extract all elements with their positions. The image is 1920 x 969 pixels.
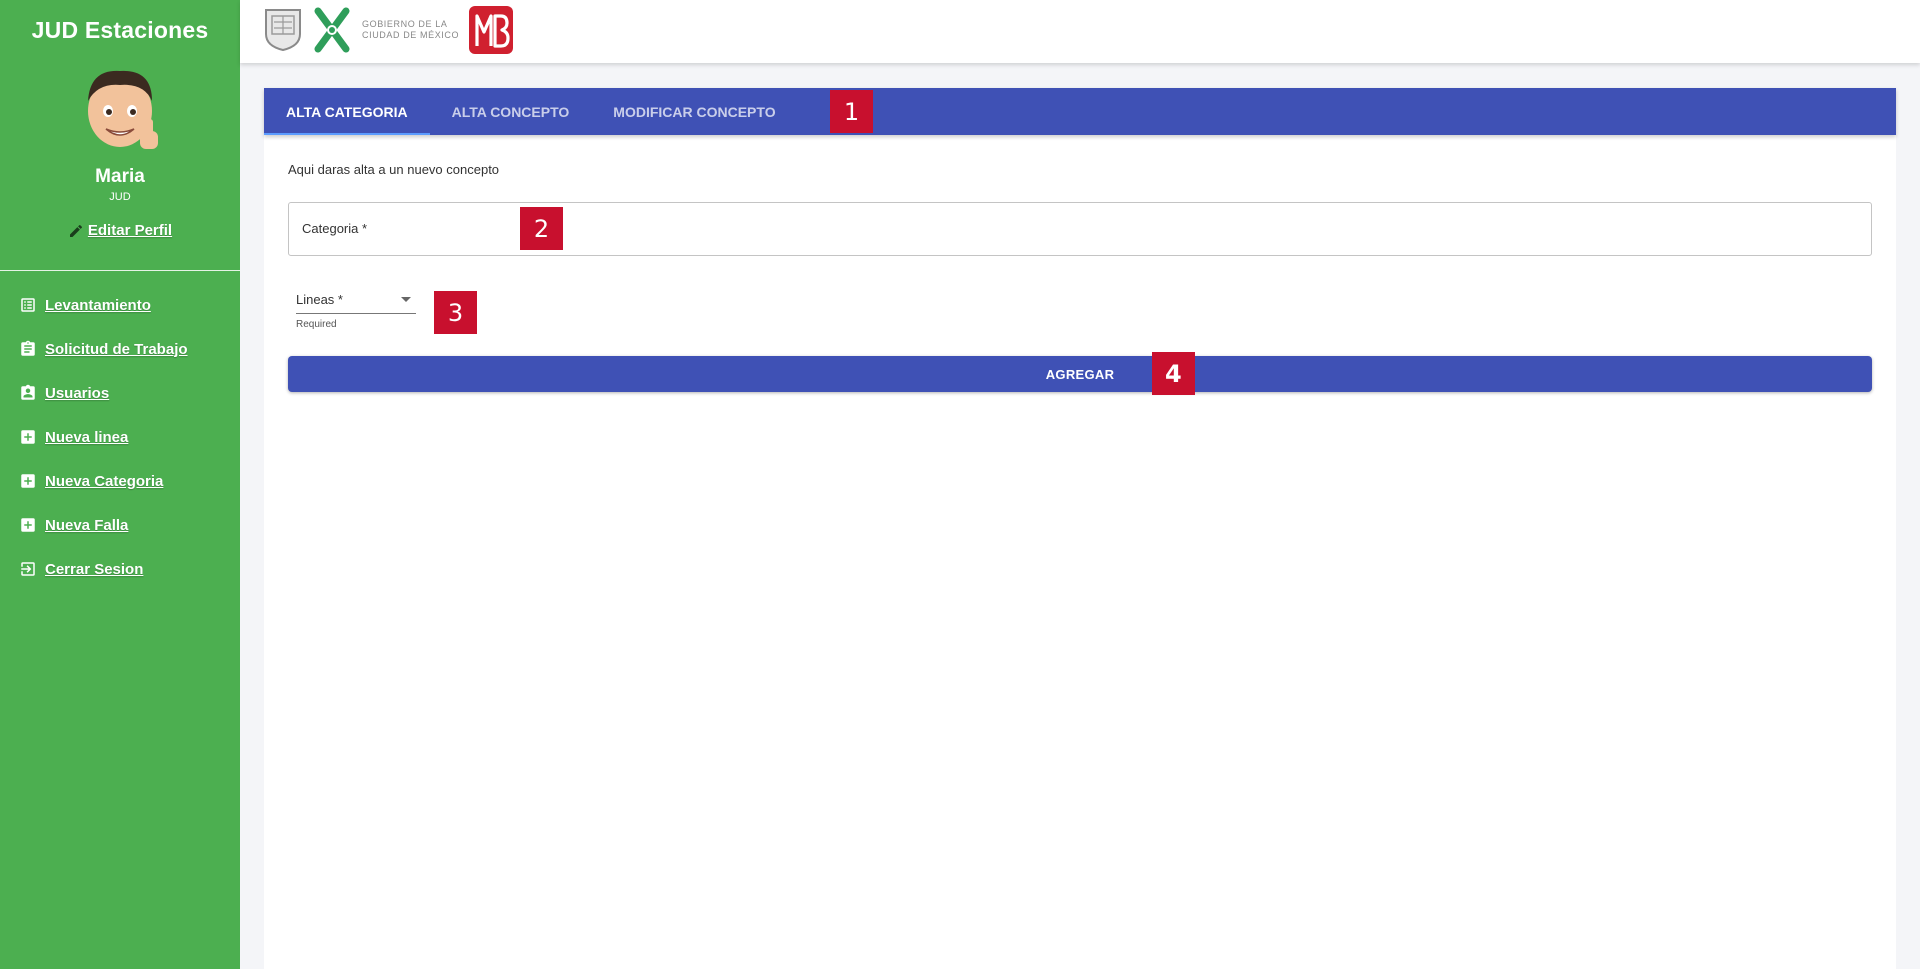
sidebar-item-usuarios[interactable]: Usuarios xyxy=(0,371,240,415)
metrobus-logo xyxy=(469,6,514,54)
categoria-field[interactable]: Categoria * 2 xyxy=(288,202,1872,256)
gov-line-2: CIUDAD DE MÉXICO xyxy=(362,30,460,40)
annotation-marker-3: 3 xyxy=(434,291,477,334)
clipboard-icon xyxy=(18,339,38,359)
categoria-placeholder: Categoria * xyxy=(302,221,368,236)
main-panel: ALTA CATEGORIA ALTA CONCEPTO MODIFICAR C… xyxy=(264,88,1896,969)
plus-box-icon xyxy=(18,427,38,447)
header-logos: GOBIERNO DE LA CIUDAD DE MÉXICO xyxy=(264,5,514,55)
sidebar-item-nueva-categoria[interactable]: Nueva Categoria xyxy=(0,459,240,503)
sidebar-item-nueva-linea[interactable]: Nueva linea xyxy=(0,415,240,459)
logout-icon xyxy=(18,559,38,579)
sidebar-item-label: Nueva Falla xyxy=(45,516,129,534)
cdmx-x-logo xyxy=(314,7,350,53)
pencil-icon xyxy=(69,224,82,237)
sidebar-item-label: Cerrar Sesion xyxy=(45,560,144,578)
tab-alta-categoria[interactable]: ALTA CATEGORIA xyxy=(264,88,430,135)
annotation-marker-4: 4 xyxy=(1152,352,1195,395)
lineas-select[interactable]: Lineas * Required 3 xyxy=(296,291,477,334)
user-badge-icon xyxy=(18,383,38,403)
sidebar-item-label: Levantamiento xyxy=(45,296,151,314)
list-icon xyxy=(18,295,38,315)
sidebar-nav: Levantamiento Solicitud de Trabajo Usuar… xyxy=(0,283,240,591)
plus-box-icon xyxy=(18,515,38,535)
user-role: JUD xyxy=(109,191,131,203)
sidebar-divider xyxy=(0,270,240,271)
chevron-down-icon xyxy=(401,297,411,302)
tab-alta-concepto[interactable]: ALTA CONCEPTO xyxy=(430,88,592,135)
edit-profile-label: Editar Perfil xyxy=(87,222,173,239)
sidebar-item-solicitud-de-trabajo[interactable]: Solicitud de Trabajo xyxy=(0,327,240,371)
cdmx-shield-logo xyxy=(265,9,301,52)
annotation-marker-1: 1 xyxy=(830,90,873,133)
edit-profile-link[interactable]: Editar Perfil xyxy=(0,222,240,239)
form-intro: Aqui daras alta a un nuevo concepto xyxy=(288,162,500,177)
sidebar: JUD Estaciones Maria JUD Editar Perfil L… xyxy=(0,0,240,969)
avatar xyxy=(70,61,170,161)
form-content: Aqui daras alta a un nuevo concepto Cate… xyxy=(264,162,1896,395)
sidebar-item-label: Solicitud de Trabajo xyxy=(45,340,188,358)
annotation-marker-2: 2 xyxy=(520,207,563,250)
tab-bar: ALTA CATEGORIA ALTA CONCEPTO MODIFICAR C… xyxy=(264,88,1896,135)
agregar-button[interactable]: AGREGAR 4 xyxy=(288,352,1872,395)
sidebar-item-cerrar-sesion[interactable]: Cerrar Sesion xyxy=(0,547,240,591)
top-header: GOBIERNO DE LA CIUDAD DE MÉXICO xyxy=(240,0,1920,63)
app-title: JUD Estaciones xyxy=(31,17,209,43)
sidebar-item-label: Nueva Categoria xyxy=(45,472,164,490)
lineas-helper-text: Required xyxy=(296,319,337,330)
sidebar-item-nueva-falla[interactable]: Nueva Falla xyxy=(0,503,240,547)
gov-cdmx-text: GOBIERNO DE LA CIUDAD DE MÉXICO xyxy=(362,19,459,41)
plus-box-icon xyxy=(18,471,38,491)
sidebar-item-levantamiento[interactable]: Levantamiento xyxy=(0,283,240,327)
agregar-label: AGREGAR xyxy=(1045,366,1115,382)
tab-modificar-concepto[interactable]: MODIFICAR CONCEPTO xyxy=(591,88,797,135)
lineas-placeholder: Lineas * xyxy=(296,292,343,307)
user-name: Maria xyxy=(95,166,145,187)
gov-line-1: GOBIERNO DE LA xyxy=(362,19,448,29)
sidebar-item-label: Nueva linea xyxy=(45,428,129,446)
sidebar-item-label: Usuarios xyxy=(45,384,110,402)
